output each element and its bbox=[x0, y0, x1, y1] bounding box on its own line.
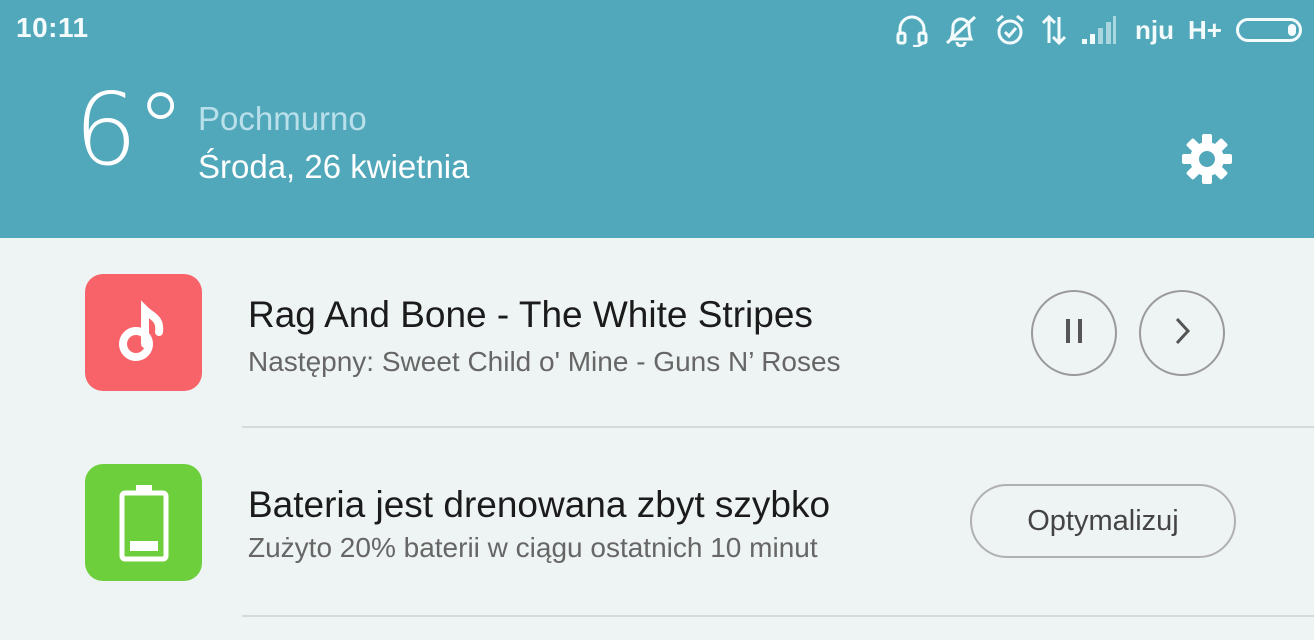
music-note-icon bbox=[85, 274, 202, 391]
notification-header: 10:11 nju H+ 6° Pochmurno Środa, 26 kwie… bbox=[0, 0, 1314, 238]
optimize-button[interactable]: Optymalizuj bbox=[970, 484, 1236, 558]
next-button[interactable] bbox=[1139, 290, 1225, 376]
notification-subtitle: Zużyto 20% baterii w ciągu ostatnich 10 … bbox=[248, 532, 818, 563]
notification-title: Bateria jest drenowana zbyt szybko bbox=[248, 484, 831, 525]
divider bbox=[242, 615, 1314, 617]
notification-title: Rag And Bone - The White Stripes bbox=[248, 294, 813, 335]
data-transfer-icon bbox=[1041, 10, 1067, 50]
notification-subtitle: Następny: Sweet Child o' Mine - Guns N’ … bbox=[248, 346, 841, 377]
gear-icon[interactable] bbox=[1180, 132, 1234, 186]
notifications-muted-icon bbox=[943, 10, 979, 50]
network-type: H+ bbox=[1188, 14, 1222, 45]
temperature: 6° bbox=[74, 71, 186, 188]
status-icons: nju H+ bbox=[881, 10, 1302, 50]
battery-notification[interactable]: Bateria jest drenowana zbyt szybko Zużyt… bbox=[0, 428, 1314, 616]
battery-icon bbox=[85, 464, 202, 581]
music-notification[interactable]: Rag And Bone - The White Stripes Następn… bbox=[0, 240, 1314, 428]
weather-date: Środa, 26 kwietnia bbox=[198, 148, 470, 185]
signal-icon bbox=[1081, 10, 1117, 50]
pause-button[interactable] bbox=[1031, 290, 1117, 376]
carrier-name: nju bbox=[1135, 14, 1175, 45]
status-time: 10:11 bbox=[16, 12, 89, 43]
weather-condition: Pochmurno bbox=[198, 100, 367, 137]
headset-icon bbox=[895, 10, 929, 50]
alarm-icon bbox=[993, 10, 1027, 50]
battery-icon bbox=[1236, 18, 1302, 42]
next-icon bbox=[1167, 316, 1197, 351]
pause-icon bbox=[1059, 316, 1089, 351]
